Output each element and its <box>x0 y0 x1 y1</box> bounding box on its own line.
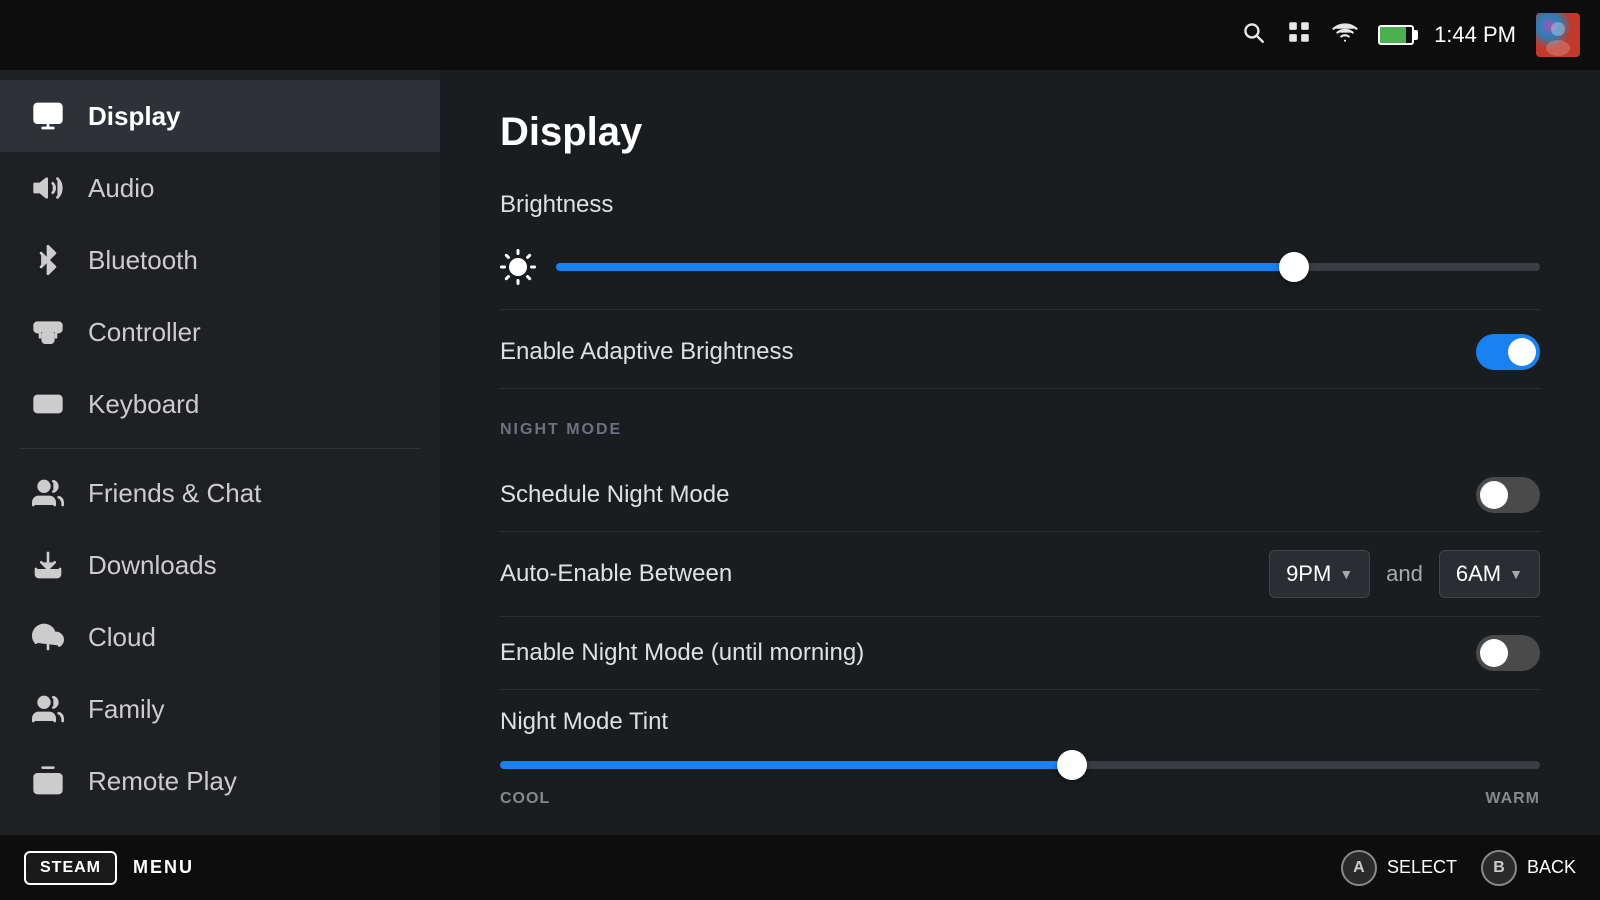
select-label: SELECT <box>1387 857 1457 878</box>
family-icon <box>30 691 66 727</box>
main-content: Display Brightness <box>440 70 1600 835</box>
dropdown-arrow-from: ▼ <box>1339 566 1353 582</box>
brightness-label: Brightness <box>500 191 1540 219</box>
cloud-icon <box>30 619 66 655</box>
sidebar-label-downloads: Downloads <box>88 550 217 581</box>
sun-icon <box>500 249 536 285</box>
adaptive-brightness-toggle[interactable] <box>1476 334 1540 370</box>
sidebar-label-bluetooth: Bluetooth <box>88 245 198 276</box>
sidebar-item-downloads[interactable]: Downloads <box>0 529 440 601</box>
sidebar-divider <box>20 448 420 449</box>
bluetooth-icon <box>30 242 66 278</box>
sidebar-item-display[interactable]: Display <box>0 80 440 152</box>
auto-enable-from-value: 9PM <box>1286 561 1331 587</box>
select-action: A SELECT <box>1341 850 1457 886</box>
sidebar-item-keyboard[interactable]: Keyboard <box>0 368 440 440</box>
battery-icon <box>1378 25 1414 45</box>
schedule-night-mode-toggle[interactable] <box>1476 477 1540 513</box>
back-label: BACK <box>1527 857 1576 878</box>
a-button[interactable]: A <box>1341 850 1377 886</box>
controller-icon <box>30 314 66 350</box>
tint-cool-label: COOL <box>500 790 550 808</box>
and-text: and <box>1386 561 1423 587</box>
menu-label: MENU <box>133 857 194 878</box>
friends-icon <box>30 475 66 511</box>
keyboard-icon <box>30 386 66 422</box>
sidebar-item-friends[interactable]: Friends & Chat <box>0 457 440 529</box>
auto-enable-label: Auto-Enable Between <box>500 560 1269 588</box>
cast-icon[interactable] <box>1332 19 1358 51</box>
tint-labels: COOL WARM <box>500 790 1540 808</box>
sidebar: Display Audio Bluetooth Controller Keybo… <box>0 70 440 835</box>
adaptive-brightness-label: Enable Adaptive Brightness <box>500 338 794 366</box>
tint-label-row: Night Mode Tint <box>500 708 1540 736</box>
store-icon[interactable] <box>1286 19 1312 51</box>
page-title: Display <box>500 110 1540 155</box>
enable-night-mode-label: Enable Night Mode (until morning) <box>500 639 864 667</box>
sidebar-item-remoteplay[interactable]: Remote Play <box>0 745 440 817</box>
sidebar-label-keyboard: Keyboard <box>88 389 199 420</box>
sidebar-label-remoteplay: Remote Play <box>88 766 237 797</box>
night-mode-section-label: NIGHT MODE <box>500 421 1540 439</box>
sidebar-item-family[interactable]: Family <box>0 673 440 745</box>
back-action: B BACK <box>1481 850 1576 886</box>
sidebar-item-bluetooth[interactable]: Bluetooth <box>0 224 440 296</box>
avatar[interactable] <box>1536 13 1580 57</box>
dropdown-arrow-to: ▼ <box>1509 566 1523 582</box>
tint-slider[interactable] <box>1057 750 1087 780</box>
search-icon[interactable] <box>1240 19 1266 51</box>
enable-night-mode-row: Enable Night Mode (until morning) <box>500 617 1540 690</box>
night-mode-tint-row: Night Mode Tint COOL WARM <box>500 690 1540 826</box>
sidebar-item-audio[interactable]: Audio <box>0 152 440 224</box>
enable-night-mode-toggle[interactable] <box>1476 635 1540 671</box>
auto-enable-from-dropdown[interactable]: 9PM ▼ <box>1269 550 1370 598</box>
bottombar: STEAM MENU A SELECT B BACK <box>0 835 1600 900</box>
auto-enable-to-value: 6AM <box>1456 561 1501 587</box>
sidebar-item-controller[interactable]: Controller <box>0 296 440 368</box>
sidebar-label-family: Family <box>88 694 165 725</box>
sidebar-label-cloud: Cloud <box>88 622 156 653</box>
sidebar-item-cloud[interactable]: Cloud <box>0 601 440 673</box>
schedule-night-mode-label: Schedule Night Mode <box>500 481 729 509</box>
display-icon <box>30 98 66 134</box>
schedule-night-mode-row: Schedule Night Mode <box>500 459 1540 532</box>
sidebar-label-display: Display <box>88 101 181 132</box>
sidebar-label-controller: Controller <box>88 317 201 348</box>
topbar: 1:44 PM <box>0 0 1600 70</box>
bottombar-right: A SELECT B BACK <box>1341 850 1576 886</box>
night-mode-tint-label: Night Mode Tint <box>500 708 668 736</box>
steam-button[interactable]: STEAM <box>24 851 117 885</box>
tint-slider-wrap: COOL WARM <box>500 750 1540 808</box>
b-button[interactable]: B <box>1481 850 1517 886</box>
sidebar-label-audio: Audio <box>88 173 155 204</box>
tint-warm-label: WARM <box>1485 790 1540 808</box>
clock: 1:44 PM <box>1434 22 1516 48</box>
auto-enable-row: Auto-Enable Between 9PM ▼ and 6AM ▼ <box>500 532 1540 617</box>
remoteplay-icon <box>30 763 66 799</box>
auto-enable-controls: 9PM ▼ and 6AM ▼ <box>1269 550 1540 598</box>
auto-enable-to-dropdown[interactable]: 6AM ▼ <box>1439 550 1540 598</box>
brightness-slider-row <box>500 235 1540 310</box>
brightness-slider[interactable] <box>556 252 1540 282</box>
sidebar-label-friends: Friends & Chat <box>88 478 261 509</box>
adaptive-brightness-row: Enable Adaptive Brightness <box>500 316 1540 389</box>
audio-icon <box>30 170 66 206</box>
downloads-icon <box>30 547 66 583</box>
